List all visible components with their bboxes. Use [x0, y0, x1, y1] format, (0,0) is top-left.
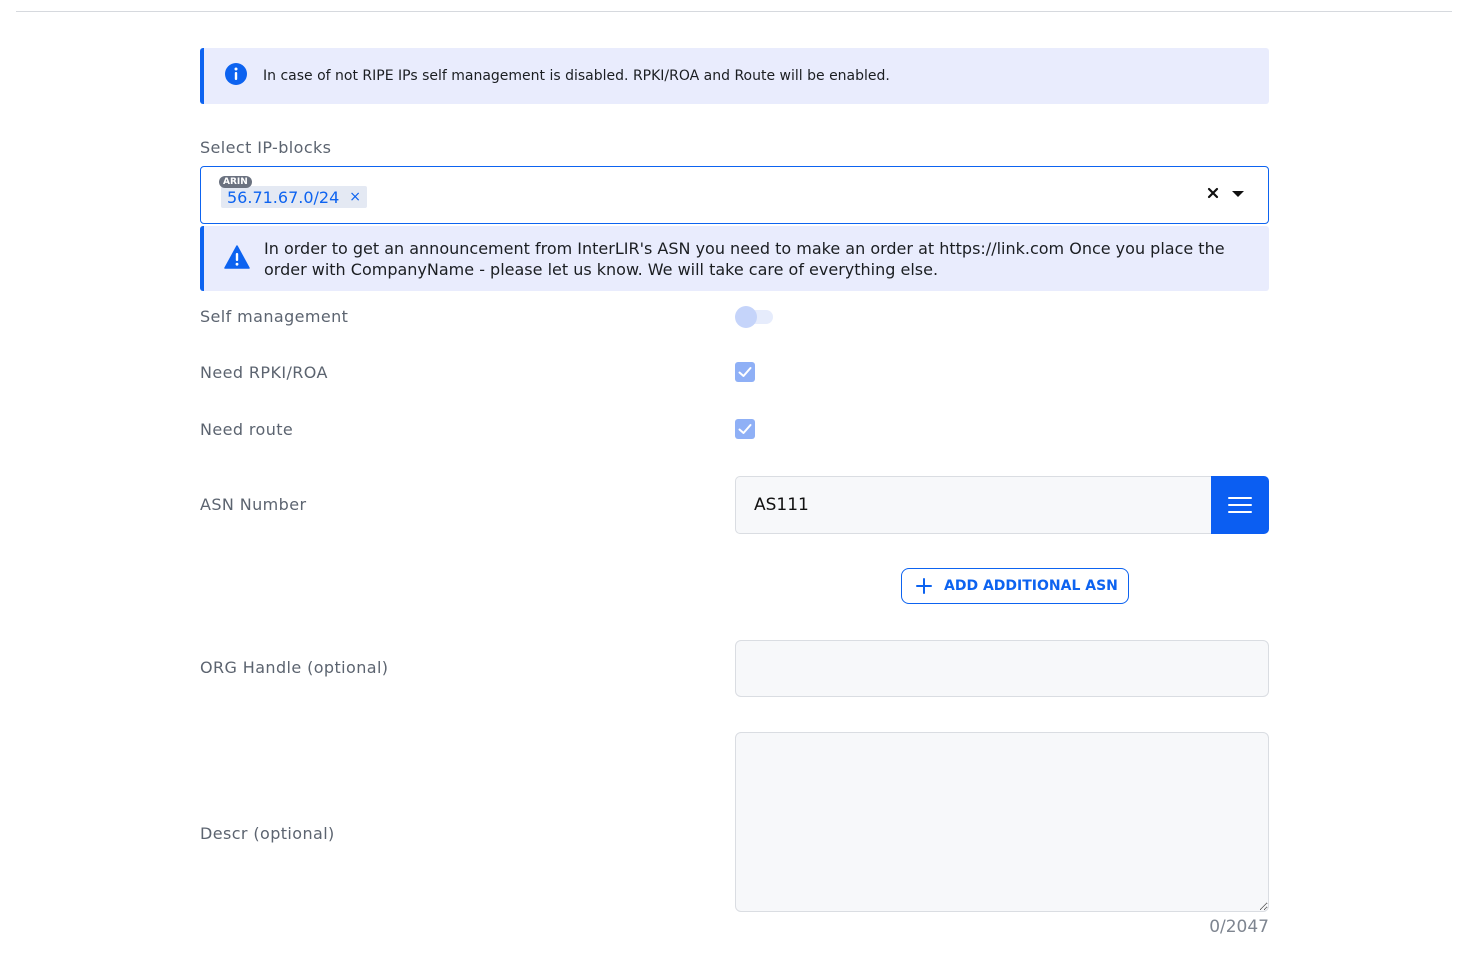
org-handle-label: ORG Handle (optional): [200, 658, 389, 677]
top-divider: [16, 11, 1452, 12]
ip-blocks-label: Select IP-blocks: [200, 138, 332, 157]
warning-alert-text: In order to get an announcement from Int…: [264, 238, 1225, 279]
info-icon: [224, 62, 248, 90]
need-route-label: Need route: [200, 420, 294, 439]
checkmark-icon: [738, 424, 752, 434]
asn-list-button[interactable]: [1211, 476, 1269, 534]
ip-block-value: 56.71.67.0/24: [227, 187, 340, 207]
ip-blocks-select[interactable]: 56.71.67.0/24 × ARIN: [200, 166, 1269, 224]
warning-icon: [224, 244, 250, 273]
descr-textarea[interactable]: [735, 732, 1269, 912]
checkmark-icon: [738, 367, 752, 377]
menu-icon: [1228, 497, 1252, 513]
chevron-down-icon[interactable]: [1232, 191, 1244, 197]
registry-badge: ARIN: [219, 176, 252, 188]
need-rpki-label: Need RPKI/ROA: [200, 363, 328, 382]
asn-number-label: ASN Number: [200, 495, 307, 514]
info-alert-text: In case of not RIPE IPs self management …: [263, 68, 890, 84]
descr-char-counter: 0/2047: [1209, 917, 1269, 937]
need-rpki-checkbox[interactable]: [735, 362, 755, 382]
self-management-toggle[interactable]: [735, 306, 775, 328]
need-route-checkbox[interactable]: [735, 419, 755, 439]
descr-label: Descr (optional): [200, 824, 335, 843]
warning-alert: In order to get an announcement from Int…: [200, 226, 1269, 291]
org-handle-input[interactable]: [735, 640, 1269, 697]
chip-remove-icon[interactable]: ×: [349, 189, 361, 205]
add-asn-label: ADD ADDITIONAL ASN: [944, 578, 1118, 594]
toggle-knob: [735, 306, 757, 328]
asn-input-group: [735, 476, 1269, 534]
self-management-label: Self management: [200, 307, 349, 326]
add-additional-asn-button[interactable]: ADD ADDITIONAL ASN: [901, 568, 1129, 604]
plus-icon: [916, 578, 932, 594]
clear-icon[interactable]: [1206, 183, 1220, 203]
ip-block-chip-body: 56.71.67.0/24 ×: [221, 186, 367, 208]
asn-number-input[interactable]: [735, 476, 1212, 534]
info-alert: In case of not RIPE IPs self management …: [200, 48, 1269, 104]
